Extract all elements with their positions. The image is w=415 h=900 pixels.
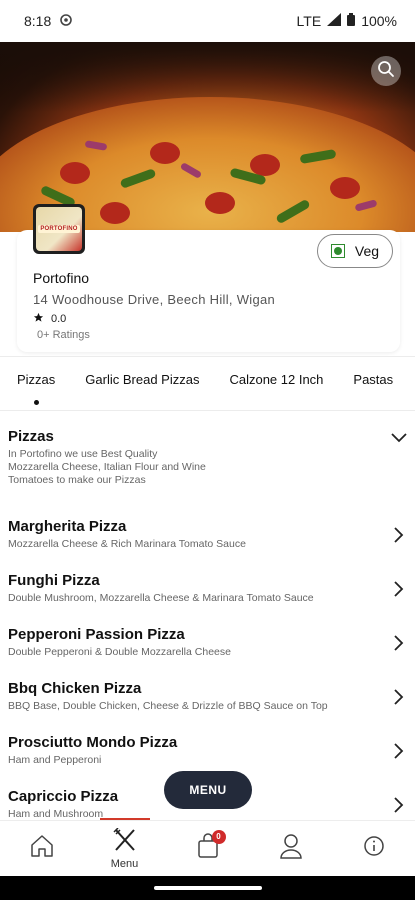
tab-pastas[interactable]: Pastas — [353, 372, 393, 387]
item-description: BBQ Base, Double Chicken, Cheese & Drizz… — [8, 700, 328, 712]
nav-menu-label: Menu — [110, 857, 139, 870]
chevron-right-icon — [392, 742, 404, 765]
cart-count-badge: 0 — [211, 829, 226, 844]
chevron-right-icon — [392, 796, 404, 819]
category-description: In Portofino we use Best Quality Mozzare… — [8, 448, 206, 486]
item-name: Prosciutto Mondo Pizza — [8, 734, 178, 751]
tab-garlic-bread-pizzas[interactable]: Garlic Bread Pizzas — [85, 372, 199, 387]
star-icon — [33, 312, 44, 326]
chevron-right-icon — [392, 580, 404, 603]
category-title: Pizzas — [8, 428, 54, 445]
bottom-navigation: Menu 0 — [0, 820, 415, 876]
chevron-down-icon[interactable] — [390, 428, 408, 451]
menu-item[interactable]: Bbq Chicken Pizza BBQ Base, Double Chick… — [8, 680, 408, 726]
nav-home[interactable] — [12, 824, 72, 874]
rating-value: 0.0 — [51, 313, 67, 325]
menu-button[interactable]: MENU — [164, 771, 252, 809]
active-tab-indicator — [34, 400, 40, 405]
search-icon — [377, 60, 395, 83]
category-tabs: Pizzas Garlic Bread Pizzas Calzone 12 In… — [17, 372, 393, 405]
tab-pizzas[interactable]: Pizzas — [17, 372, 55, 405]
user-icon — [279, 833, 303, 864]
network-label: LTE — [296, 13, 322, 29]
item-name: Bbq Chicken Pizza — [8, 680, 142, 697]
divider — [0, 356, 415, 357]
veg-filter-toggle[interactable]: Veg — [317, 234, 393, 268]
tab-calzone[interactable]: Calzone 12 Inch — [229, 372, 323, 387]
signal-icon — [327, 13, 342, 29]
nav-menu[interactable]: Menu — [95, 824, 155, 874]
restaurant-address: 14 Woodhouse Drive, Beech Hill, Wigan — [33, 292, 276, 307]
nav-info[interactable] — [344, 824, 404, 874]
search-button[interactable] — [371, 56, 401, 86]
category-header[interactable]: Pizzas In Portofino we use Best Quality … — [8, 428, 408, 487]
chevron-right-icon — [392, 526, 404, 549]
battery-percent: 100% — [361, 13, 397, 29]
status-time: 8:18 — [24, 13, 52, 29]
divider — [0, 410, 415, 411]
item-description: Mozzarella Cheese & Rich Marinara Tomato… — [8, 538, 246, 550]
menu-item[interactable]: Funghi Pizza Double Mushroom, Mozzarella… — [8, 572, 408, 618]
rating: 0.0 — [33, 312, 66, 326]
item-description: Ham and Mushroom — [8, 808, 104, 820]
fork-knife-icon — [112, 826, 138, 857]
home-indicator[interactable] — [154, 886, 262, 890]
logo-text: PORTOFINO — [38, 225, 80, 233]
battery-icon — [347, 13, 356, 29]
restaurant-logo: PORTOFINO — [33, 204, 85, 254]
nav-cart[interactable]: 0 — [178, 824, 238, 874]
ratings-count: 0+ Ratings — [37, 329, 90, 341]
item-name: Pepperoni Passion Pizza — [8, 626, 185, 643]
nav-profile[interactable] — [261, 824, 321, 874]
status-bar: 8:18 LTE 100% — [0, 0, 415, 42]
item-name: Margherita Pizza — [8, 518, 127, 535]
chevron-right-icon — [392, 634, 404, 657]
gear-icon — [59, 13, 73, 30]
home-icon — [29, 834, 55, 863]
item-description: Double Mushroom, Mozzarella Cheese & Mar… — [8, 592, 314, 604]
menu-item[interactable]: Pepperoni Passion Pizza Double Pepperoni… — [8, 626, 408, 672]
item-description: Double Pepperoni & Double Mozzarella Che… — [8, 646, 231, 658]
chevron-right-icon — [392, 688, 404, 711]
veg-icon — [330, 244, 345, 258]
item-description: Ham and Pepperoni — [8, 754, 102, 766]
item-name: Funghi Pizza — [8, 572, 100, 589]
info-icon — [363, 835, 385, 862]
veg-label: Veg — [354, 243, 380, 259]
menu-item[interactable]: Margherita Pizza Mozzarella Cheese & Ric… — [8, 518, 408, 564]
restaurant-name: Portofino — [33, 270, 90, 286]
